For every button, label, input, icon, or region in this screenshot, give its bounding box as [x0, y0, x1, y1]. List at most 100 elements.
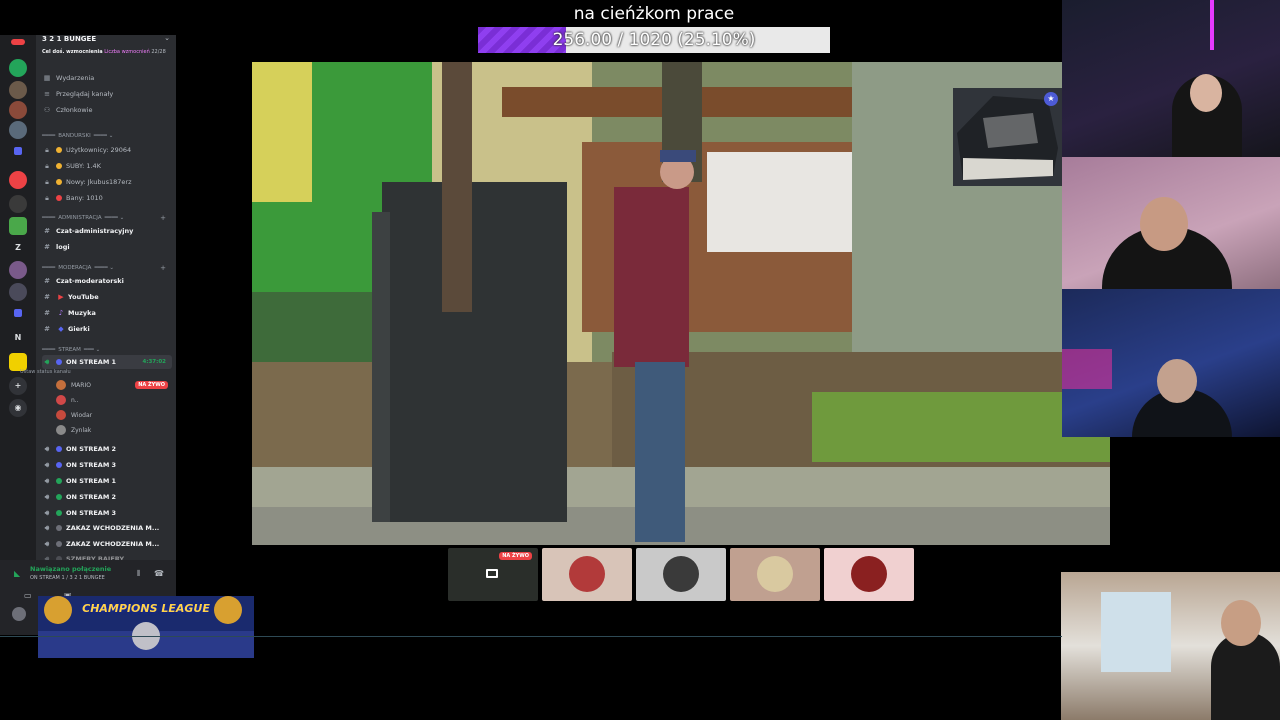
avatar[interactable] [12, 607, 26, 621]
server-icon[interactable]: N [9, 329, 27, 347]
channel-list: 3 2 1 BUNGEE ⌄ Cel doś. wzmocnienia Licz… [20, 35, 176, 635]
members-icon: ⚇ [43, 106, 51, 114]
server-icon[interactable] [9, 59, 27, 77]
banner-title: CHAMPIONS LEAGUE [82, 602, 210, 615]
status-dot [56, 525, 62, 531]
lock-icon: 🔒︎ [45, 193, 49, 202]
add-channel-icon[interactable]: + [160, 264, 166, 272]
stat-new[interactable]: 🔒︎ Nowy: Jkubus187erz [42, 175, 172, 189]
voice-channel[interactable]: 🔊︎ ON STREAM 2 [42, 442, 172, 456]
chevron-down-icon[interactable]: ⌄ [164, 35, 170, 42]
channel-admin-chat[interactable]: # Czat-administracyjny [42, 224, 172, 238]
add-server-icon[interactable]: + [9, 377, 27, 395]
participant-tile[interactable] [824, 548, 914, 601]
voice-channel[interactable]: 🔊︎ ZAKAZ WCHODZENIA M... [42, 521, 172, 535]
voice-user[interactable]: n.. [56, 393, 79, 407]
youtube-icon: ▶ [58, 293, 64, 301]
channel-status[interactable]: Ustaw status kanału [20, 369, 160, 375]
hashtag-icon: # [44, 227, 50, 235]
voice-channel[interactable]: 🔊︎ ON STREAM 2 [42, 490, 172, 504]
explore-icon[interactable]: ◉ [9, 399, 27, 417]
channel-label: ON STREAM 2 [66, 445, 117, 453]
server-icon[interactable] [9, 195, 27, 213]
members-link[interactable]: ⚇ Członkowie [42, 103, 172, 117]
voice-user[interactable]: MARIO [56, 378, 91, 392]
discord-logo-icon[interactable] [11, 39, 25, 45]
voice-user[interactable]: Zynlak [56, 423, 91, 437]
server-icon[interactable] [9, 101, 27, 119]
stat-label: Bany: 1010 [66, 194, 103, 202]
status-dot [56, 462, 62, 468]
folder-icon[interactable] [14, 309, 22, 317]
goal-title: na cieńżkom prace [573, 4, 735, 24]
discord-sidebar: Z N + ◉ 3 2 1 BUNGEE ⌄ Cel doś. wzmocnie… [0, 35, 176, 635]
server-icon[interactable] [9, 283, 27, 301]
category-label: MODERACJA [58, 265, 92, 271]
channel-music[interactable]: # ♪ Muzyka [42, 306, 172, 320]
participant-tile[interactable] [730, 548, 820, 601]
voice-channel[interactable]: 🔊︎ ON STREAM 3 [42, 506, 172, 520]
channel-youtube[interactable]: # ▶ YouTube [42, 290, 172, 304]
category-stream[interactable]: ━━━━ STREAM ━━━ ⌄ [42, 345, 172, 355]
category-mod[interactable]: ━━━━ MODERACJA ━━━━ ⌄ + [42, 263, 172, 273]
video-icon[interactable]: ▭ [24, 591, 32, 600]
stat-bans[interactable]: 🔒︎ Bany: 1010 [42, 191, 172, 205]
category-admin[interactable]: ━━━━ ADMINISTRACJA ━━━━ ⌄ + [42, 213, 172, 223]
channel-mod-chat[interactable]: # Czat-moderatorski [42, 274, 172, 288]
channel-logs[interactable]: # logi [42, 240, 172, 254]
connection-channel[interactable]: ON STREAM 1 / 3 2 1 BUNGEE [30, 575, 105, 581]
category-label: STREAM [58, 347, 81, 353]
server-icon[interactable]: Z [9, 239, 27, 257]
user-name: Wiodar [71, 411, 93, 419]
hashtag-icon: # [44, 277, 50, 285]
boost-link[interactable]: Liczba wzmocnień [104, 49, 150, 55]
server-icon[interactable] [9, 81, 27, 99]
category-bandurski[interactable]: ━━━━ BANDURSKI ━━━━ ⌄ [42, 131, 172, 141]
status-dot [56, 494, 62, 500]
avatar [569, 556, 605, 592]
browse-icon: ≡ [44, 90, 50, 98]
voice-channel-active[interactable]: 🔊︎ ON STREAM 1 4:37:02 [42, 355, 172, 369]
browse-channels-link[interactable]: ≡ Przeglądaj kanały [42, 87, 172, 101]
server-rail: Z N + ◉ [0, 35, 36, 635]
participant-tile[interactable] [542, 548, 632, 601]
server-icon[interactable] [9, 121, 27, 139]
hashtag-icon: # [44, 325, 50, 333]
channel-games[interactable]: # ◆ Gierki [42, 322, 172, 336]
voice-channel[interactable]: 🔊︎ ZAKAZ WCHODZENIA M... [42, 537, 172, 551]
connection-status[interactable]: Nawiązano połączenie [30, 565, 111, 573]
events-link[interactable]: ▦ Wydarzenia [42, 71, 172, 85]
voice-channel[interactable]: 🔊︎ ON STREAM 3 [42, 458, 172, 472]
channel-label: logi [56, 243, 70, 251]
noise-suppression-icon[interactable]: ⦀ [137, 569, 141, 579]
channel-label: Czat-moderatorski [56, 277, 124, 285]
stat-users[interactable]: 🔒︎ Użytkownicy: 29064 [42, 143, 172, 157]
user-name: Zynlak [71, 426, 92, 434]
status-dot [56, 163, 62, 169]
voice-channel[interactable]: 🔊︎ ON STREAM 1 [42, 474, 172, 488]
signal-icon[interactable]: ◣ [14, 569, 20, 578]
folder-icon[interactable] [14, 147, 22, 155]
server-name[interactable]: 3 2 1 BUNGEE [42, 35, 96, 43]
voice-user[interactable]: Wiodar [56, 408, 92, 422]
add-channel-icon[interactable]: + [160, 214, 166, 222]
participant-tile[interactable] [636, 548, 726, 601]
stat-subs[interactable]: 🔒︎ SUBY: 1.4K [42, 159, 172, 173]
server-icon[interactable] [9, 261, 27, 279]
screen-share-icon [486, 569, 498, 578]
boost-goal[interactable]: Cel doś. wzmocnienia Liczba wzmocnień 22… [42, 49, 166, 55]
channel-label: Czat-administracyjny [56, 227, 134, 235]
window [1101, 592, 1171, 672]
avatar [56, 425, 66, 435]
webcam-feed-1 [1062, 0, 1280, 157]
status-dot [56, 359, 62, 365]
participant-tile-screen[interactable]: NA ŻYWO [448, 548, 538, 601]
neon-sign [1062, 349, 1112, 389]
category-label: ADMINISTRACJA [58, 215, 102, 221]
gamepad-icon: ◆ [58, 325, 64, 333]
server-icon[interactable] [9, 171, 27, 189]
channel-label: ON STREAM 1 [66, 477, 117, 485]
disconnect-icon[interactable]: ☎ [154, 569, 164, 578]
stat-label: Nowy: Jkubus187erz [66, 178, 132, 186]
server-icon[interactable] [9, 217, 27, 235]
